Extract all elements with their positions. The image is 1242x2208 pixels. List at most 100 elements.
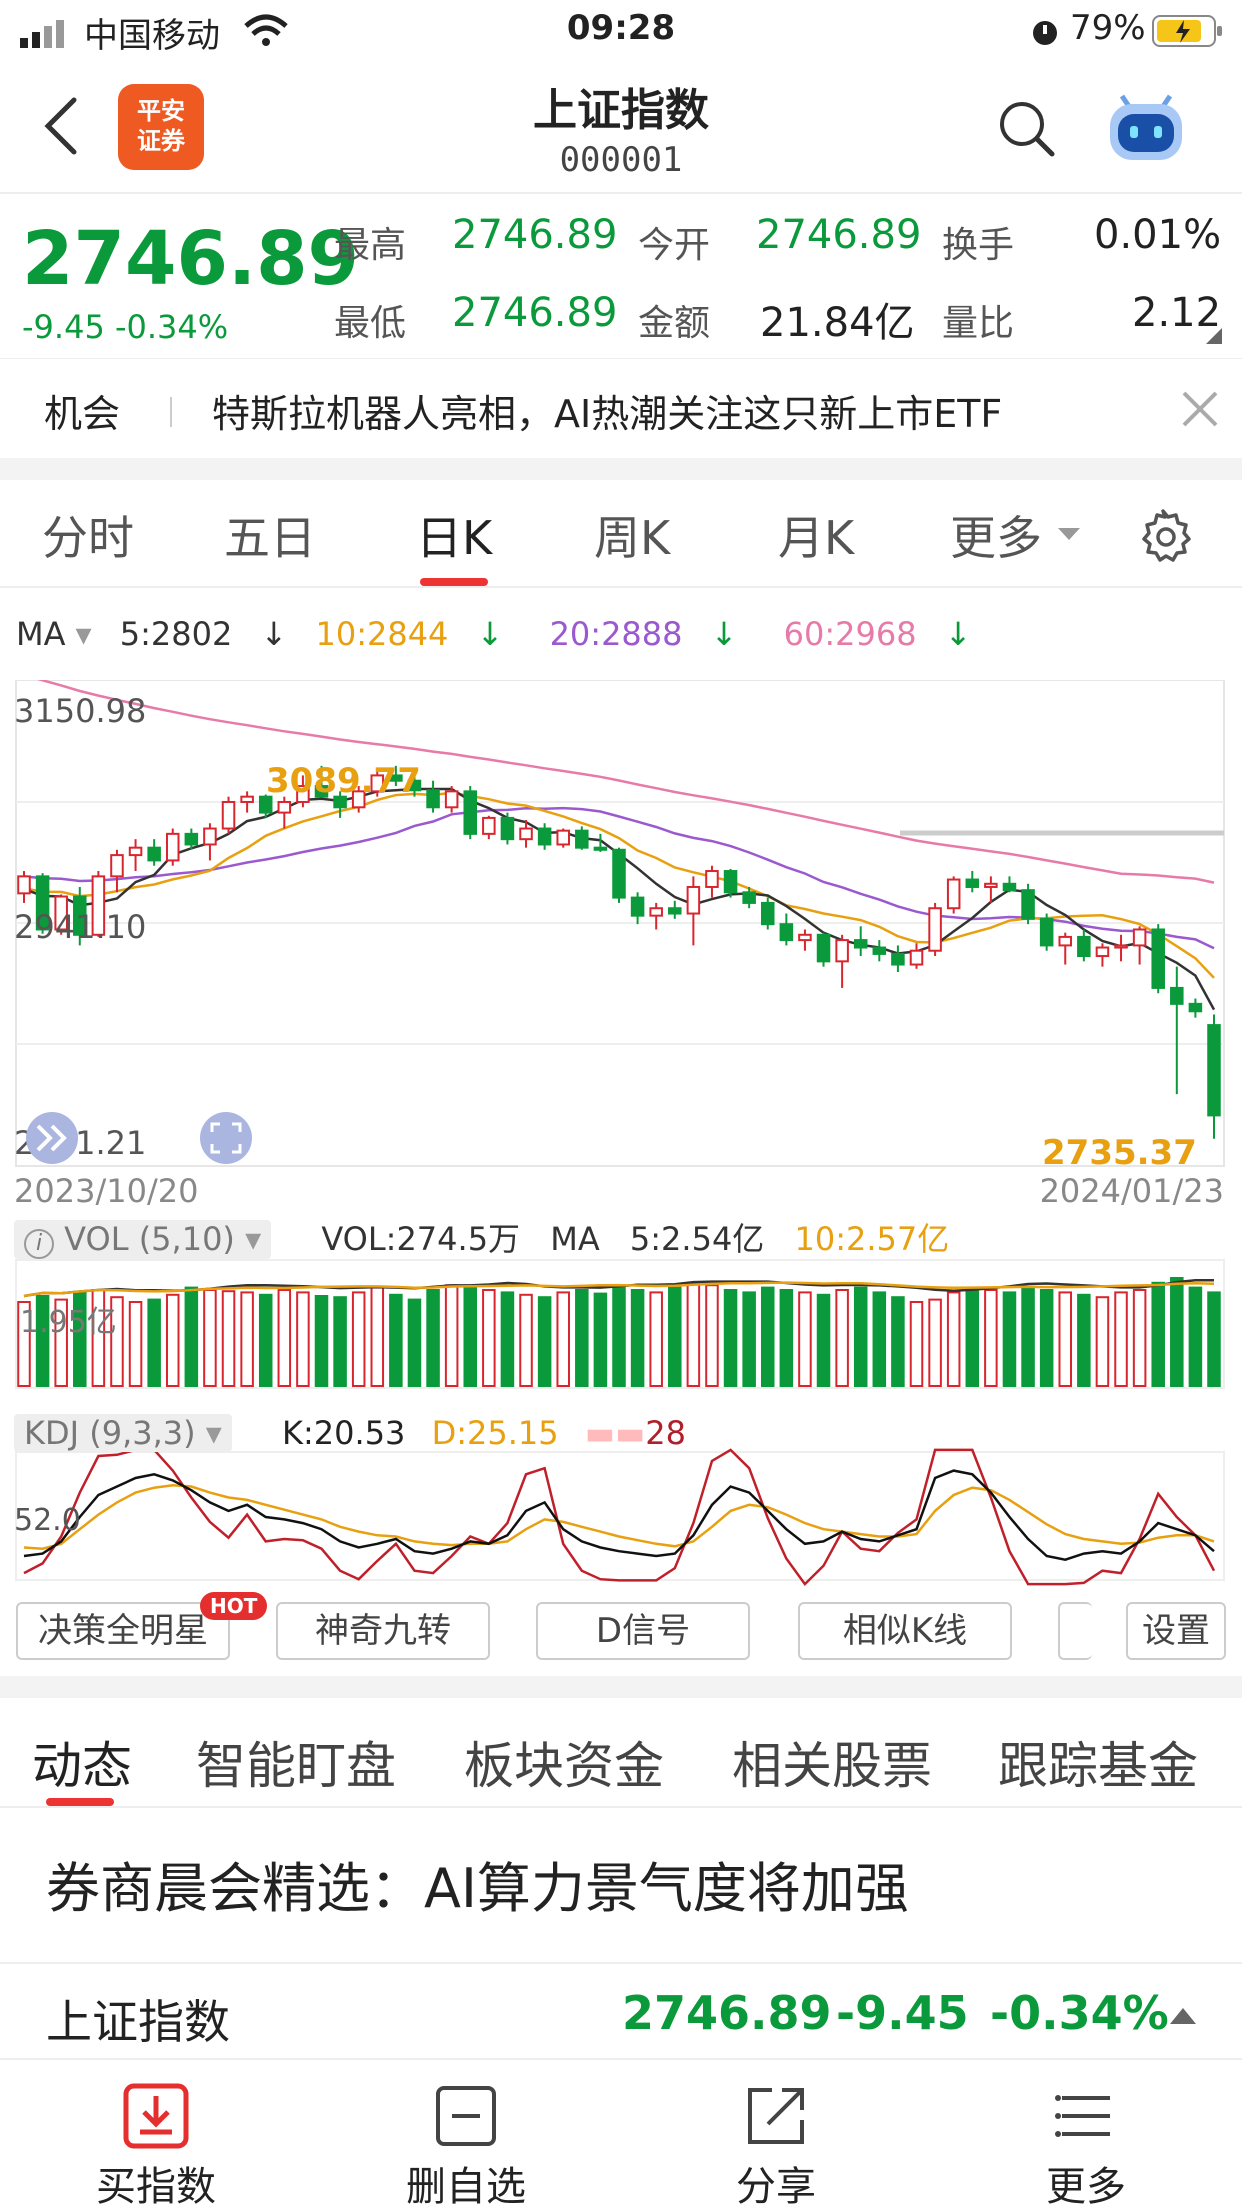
candle-body [426, 789, 440, 809]
volume-bar [463, 1286, 478, 1387]
info-icon[interactable]: i [24, 1229, 54, 1259]
volume-bar [742, 1291, 756, 1388]
tab-sector-funds[interactable]: 板块资金 [464, 1726, 664, 1798]
gear-icon[interactable] [1138, 508, 1194, 564]
volume-bar [1151, 1281, 1165, 1387]
tool-partial-button[interactable] [1058, 1602, 1092, 1660]
news-headline[interactable]: 券商晨会精选：AI算力景气度将加强 [46, 1844, 909, 1923]
volume-bar [1132, 1289, 1147, 1387]
kdj-axis-label: 52.0 [14, 1503, 81, 1538]
end-date-label: 2024/01/23 [1040, 1172, 1224, 1210]
bottom-action-bar: 买指数 删自选 分享 更多 [0, 2058, 1242, 2208]
remove-watchlist-button[interactable]: 删自选 [366, 2060, 566, 2208]
buy-index-button[interactable]: 买指数 [56, 2060, 256, 2208]
search-icon[interactable] [996, 98, 1056, 158]
volume-bar [296, 1291, 310, 1388]
candle-body [1021, 889, 1035, 920]
tab-news[interactable]: 动态 [32, 1726, 132, 1798]
kdj-d-value: D:25.15 [431, 1414, 559, 1452]
volume-bar [928, 1298, 942, 1387]
candle-body [1132, 928, 1147, 947]
candle-body [705, 870, 719, 888]
stat-label-low: 最低 [334, 303, 407, 344]
tool-decision-button[interactable]: 决策全明星 [16, 1602, 230, 1660]
fast-forward-icon[interactable] [26, 1112, 78, 1164]
index-summary-row[interactable]: 上证指数 2746.89 -9.45 -0.34% [0, 1962, 1242, 2062]
volume-ma5: 5:2.54亿 [629, 1220, 765, 1258]
axis-label-mid: 2941.10 [14, 908, 146, 946]
volume-bar [221, 1290, 236, 1388]
volume-bar [165, 1293, 180, 1387]
candle-body [444, 790, 459, 809]
candle-body [537, 827, 552, 846]
tool-nine-turns-button[interactable]: 神奇九转 [276, 1602, 490, 1660]
stat-value-high: 2746.89 [452, 212, 618, 258]
candle-body [668, 907, 682, 915]
tool-settings-button[interactable]: 设置 [1126, 1602, 1226, 1660]
tab-daily-k[interactable]: 日K [416, 502, 492, 568]
section-gap [0, 1676, 1242, 1698]
volume-bar [779, 1289, 794, 1387]
tab-more[interactable]: 更多 [950, 502, 1042, 568]
tool-similar-kline-button[interactable]: 相似K线 [798, 1602, 1012, 1660]
index-pct: -0.34% [990, 1986, 1169, 2040]
section-gap [0, 458, 1242, 480]
candle-body [277, 800, 292, 814]
expand-chart-icon[interactable] [200, 1112, 252, 1164]
more-button[interactable]: 更多 [986, 2060, 1186, 2208]
volume-bar [984, 1289, 998, 1387]
volume-bar [891, 1296, 905, 1388]
volume-legend: i VOL (5,10) ▾ VOL:274.5万 MA 5:2.54亿 10:… [14, 1214, 949, 1259]
ticker-divider [170, 397, 172, 427]
candle-body [147, 846, 161, 862]
tab-five-day[interactable]: 五日 [224, 502, 316, 568]
share-icon [748, 2088, 804, 2144]
list-icon [1055, 2095, 1110, 2137]
candle-body [17, 875, 31, 895]
volume-bar [816, 1293, 831, 1387]
tab-related-stocks[interactable]: 相关股票 [732, 1726, 932, 1798]
tab-intraday[interactable]: 分时 [42, 502, 134, 568]
ma5-value: 5:2802 ↓ [119, 615, 288, 653]
candle-body [1207, 1024, 1221, 1117]
volume-bar [147, 1298, 161, 1387]
index-price: 2746.89 [622, 1986, 832, 2040]
share-button[interactable]: 分享 [676, 2060, 876, 2208]
download-icon [123, 2083, 189, 2149]
candle-body [593, 846, 608, 851]
ma-legend[interactable]: MA ▾ 5:2802 ↓ 10:2844 ↓ 20:2888 ↓ 60:2968… [16, 615, 1008, 653]
tool-d-signal-button[interactable]: D信号 [536, 1602, 750, 1660]
candle-body [630, 896, 645, 917]
stat-label-high: 最高 [334, 225, 407, 266]
candle-body [686, 885, 701, 915]
tab-smart-watch[interactable]: 智能盯盘 [196, 1726, 396, 1798]
ticker-text[interactable]: 特斯拉机器人亮相，AI热潮关注这只新上市ETF [212, 383, 1002, 438]
kline-chart[interactable]: 3150.98 2941.10 2731.21 3089.77 2735.37 … [0, 680, 1242, 1600]
volume-indicator-selector[interactable]: i VOL (5,10) ▾ [14, 1220, 272, 1259]
tab-weekly-k[interactable]: 周K [594, 502, 670, 568]
kdj-indicator-selector[interactable]: KDJ (9,3,3) ▾ [14, 1414, 232, 1452]
ma-legend-label: MA [16, 615, 66, 653]
stat-label-amount: 金额 [638, 303, 711, 344]
candle-body [946, 878, 961, 910]
ma-dropdown-caret-icon[interactable]: ▾ [76, 615, 92, 653]
volume-bar [668, 1286, 682, 1387]
robot-assistant-icon[interactable] [1104, 86, 1188, 166]
current-price: 2746.89 [22, 216, 360, 302]
caret-up-icon[interactable] [1168, 2004, 1198, 2026]
expand-corner-icon[interactable] [1206, 328, 1222, 344]
tab-monthly-k[interactable]: 月K [778, 502, 854, 568]
kdj-legend: KDJ (9,3,3) ▾ K:20.53 D:25.15 ▬▬28 [14, 1414, 686, 1452]
alarm-icon [1033, 21, 1057, 45]
candle-body [835, 939, 849, 963]
caret-down-icon[interactable] [1056, 524, 1082, 544]
candle-body [816, 933, 831, 963]
kdj-d-path [23, 1484, 1215, 1550]
volume-bar [370, 1286, 385, 1387]
volume-bar [128, 1301, 143, 1387]
news-ticker[interactable]: 机会 特斯拉机器人亮相，AI热潮关注这只新上市ETF [0, 358, 1242, 458]
axis-label-top: 3150.98 [14, 692, 146, 730]
tab-tracking-funds[interactable]: 跟踪基金 [998, 1726, 1198, 1798]
volume-bar [407, 1298, 422, 1387]
close-icon[interactable] [1180, 389, 1220, 429]
